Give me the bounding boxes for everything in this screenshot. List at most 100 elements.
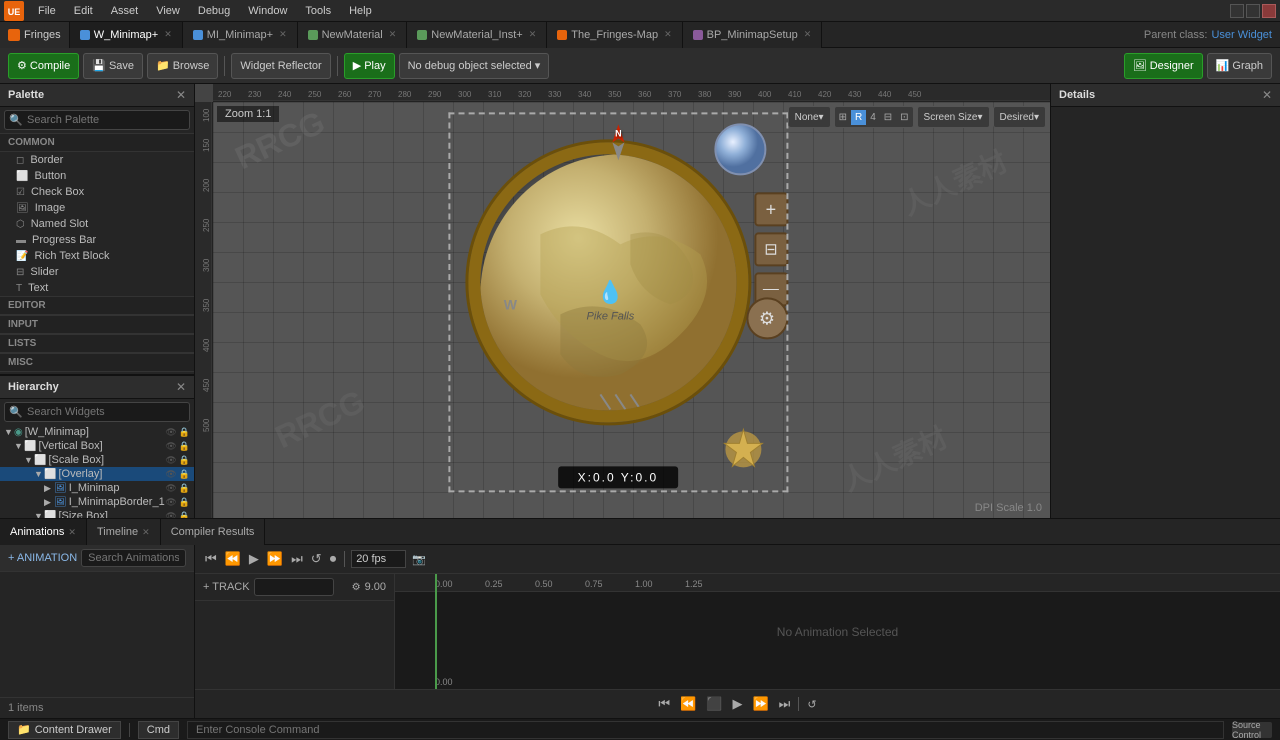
palette-close-button[interactable]: ✕ (176, 88, 186, 102)
hier-eye-w-minimap[interactable]: 👁 (165, 427, 176, 438)
menu-window[interactable]: Window (240, 3, 295, 19)
hier-lock-vbox[interactable]: 🔒 (179, 441, 190, 452)
desired-dropdown[interactable]: Desired ▾ (993, 106, 1047, 128)
palette-item-text[interactable]: T Text (0, 280, 194, 296)
source-control-icon[interactable]: Source Control (1232, 722, 1272, 738)
hier-eye-iminimap[interactable]: 👁 (165, 483, 176, 494)
timeline-play-button[interactable]: ▶ (247, 549, 261, 569)
tab-fringes-map[interactable]: The_Fringes-Map ✕ (547, 22, 682, 48)
hierarchy-search-input[interactable] (4, 402, 190, 422)
canvas-align-left[interactable]: ⊞ (835, 110, 851, 125)
hier-eye-sizebox1[interactable]: 👁 (165, 511, 176, 519)
tab-new-material-inst[interactable]: NewMaterial_Inst+ ✕ (407, 22, 547, 48)
pb-rewind-button[interactable]: ⬛ (702, 694, 726, 714)
hier-eye-overlay[interactable]: 👁 (165, 469, 176, 480)
palette-item-border[interactable]: ◻ Border (0, 152, 194, 168)
palette-item-button[interactable]: ⬜ Button (0, 168, 194, 184)
map-btn-extra[interactable]: ⊟ (754, 232, 788, 266)
palette-item-progress-bar[interactable]: ▬ Progress Bar (0, 232, 194, 248)
hier-eye-imapborder[interactable]: 👁 (165, 497, 176, 508)
pb-forward-button[interactable]: ⏩ (748, 694, 772, 714)
hierarchy-close-button[interactable]: ✕ (176, 380, 186, 394)
hier-lock-sizebox1[interactable]: 🔒 (179, 511, 190, 519)
browse-button[interactable]: 📁 Browse (147, 53, 218, 79)
tab-close-mi-minimap[interactable]: ✕ (279, 29, 287, 40)
window-close[interactable] (1262, 4, 1276, 18)
tab-compiler-results[interactable]: Compiler Results (161, 519, 266, 545)
tab-timeline-close[interactable]: ✕ (142, 527, 150, 538)
debug-object-dropdown[interactable]: No debug object selected ▾ (399, 53, 550, 79)
console-input[interactable] (187, 721, 1224, 739)
menu-debug[interactable]: Debug (190, 3, 238, 19)
canvas-align-extra[interactable]: ⊟ (880, 110, 896, 125)
menu-asset[interactable]: Asset (103, 3, 147, 19)
timeline-record-button[interactable]: ⏺ (328, 549, 339, 569)
hier-lock-iminimap[interactable]: 🔒 (179, 483, 190, 494)
tab-bp-minimap[interactable]: BP_MinimapSetup ✕ (683, 22, 823, 48)
menu-help[interactable]: Help (341, 3, 380, 19)
track-filter-icon[interactable]: ⚙ (352, 582, 361, 593)
hier-item-imapborder[interactable]: ▶ 🖼 I_MinimapBorder_1 👁 🔒 (0, 495, 194, 509)
canvas-align-right[interactable]: R (851, 110, 866, 125)
hier-lock-scalebox[interactable]: 🔒 (179, 455, 190, 466)
window-minimize[interactable] (1230, 4, 1244, 18)
pb-prev-button[interactable]: ⏪ (676, 694, 700, 714)
tab-animations[interactable]: Animations ✕ (0, 519, 87, 545)
cmd-button[interactable]: Cmd (138, 721, 179, 739)
animations-search-input[interactable] (81, 549, 186, 567)
palette-item-slider[interactable]: ⊟ Slider (0, 264, 194, 280)
compile-button[interactable]: ⚙ Compile (8, 53, 79, 79)
tab-mi-minimap[interactable]: MI_Minimap+ ✕ (183, 22, 298, 48)
tab-close-fringes-map[interactable]: ✕ (664, 29, 672, 40)
timeline-rewind-button[interactable]: ⏮ (203, 549, 219, 569)
hier-lock-w-minimap[interactable]: 🔒 (179, 427, 190, 438)
tab-close-new-material[interactable]: ✕ (389, 29, 397, 40)
play-button[interactable]: ▶ Play (344, 53, 395, 79)
hier-item-i-minimap[interactable]: ▶ 🖼 I_Minimap 👁 🔒 (0, 481, 194, 495)
tab-close-w-minimap[interactable]: ✕ (164, 29, 172, 40)
palette-search-input[interactable] (4, 110, 190, 130)
tab-close-new-material-inst[interactable]: ✕ (529, 29, 537, 40)
map-gear-button[interactable]: ⚙ (746, 297, 788, 339)
hier-eye-scalebox[interactable]: 👁 (165, 455, 176, 466)
pb-end-button[interactable]: ⏭ (775, 694, 795, 714)
tab-timeline[interactable]: Timeline ✕ (87, 519, 161, 545)
palette-item-named-slot[interactable]: ⬡ Named Slot (0, 216, 194, 232)
track-search-input[interactable] (254, 578, 334, 596)
menu-edit[interactable]: Edit (66, 3, 101, 19)
timeline-loop-button[interactable]: ↺ (309, 549, 324, 569)
details-close-button[interactable]: ✕ (1262, 88, 1272, 102)
pb-start-button[interactable]: ⏮ (654, 694, 674, 714)
widget-reflector-button[interactable]: Widget Reflector (231, 53, 330, 79)
map-zoom-in-button[interactable]: + (754, 192, 788, 226)
timeline-camera-button[interactable]: 📷 (410, 551, 428, 568)
content-drawer-button[interactable]: 📁 Content Drawer (8, 721, 121, 739)
screen-size-dropdown[interactable]: Screen Size ▾ (917, 106, 990, 128)
hier-lock-imapborder[interactable]: 🔒 (179, 497, 190, 508)
menu-file[interactable]: File (30, 3, 64, 19)
palette-item-image[interactable]: 🖼 Image (0, 200, 194, 216)
timeline-end-button[interactable]: ⏭ (289, 549, 305, 569)
pb-loop-button[interactable]: ↺ (803, 696, 820, 713)
add-animation-button[interactable]: + ANIMATION (8, 552, 77, 564)
timeline-prev-button[interactable]: ⏪ (223, 549, 243, 569)
window-maximize[interactable] (1246, 4, 1260, 18)
hier-item-sizebox-1[interactable]: ▼ ⬜ [Size Box] 👁 🔒 (0, 509, 194, 518)
hier-eye-vbox[interactable]: 👁 (165, 441, 176, 452)
save-button[interactable]: 💾 Save (83, 53, 143, 79)
hier-item-w-minimap[interactable]: ▼ ◉ [W_Minimap] 👁 🔒 (0, 425, 194, 439)
tab-new-material[interactable]: NewMaterial ✕ (298, 22, 408, 48)
menu-view[interactable]: View (148, 3, 188, 19)
hier-item-overlay[interactable]: ▼ ⬜ [Overlay] 👁 🔒 (0, 467, 194, 481)
timeline-next-button[interactable]: ⏩ (265, 549, 285, 569)
menu-tools[interactable]: Tools (297, 3, 339, 19)
pb-play2-button[interactable]: ▶ (728, 694, 746, 714)
hier-lock-overlay[interactable]: 🔒 (179, 469, 190, 480)
canvas-none-dropdown[interactable]: None ▾ (788, 106, 831, 128)
canvas-align-num[interactable]: 4 (866, 110, 880, 125)
tab-w-minimap[interactable]: W_Minimap+ ✕ (70, 22, 183, 48)
palette-item-rich-text[interactable]: 📝 Rich Text Block (0, 248, 194, 264)
tab-animations-close[interactable]: ✕ (68, 527, 76, 538)
hier-item-scale-box[interactable]: ▼ ⬜ [Scale Box] 👁 🔒 (0, 453, 194, 467)
designer-button[interactable]: 🖼 Designer (1124, 53, 1203, 79)
